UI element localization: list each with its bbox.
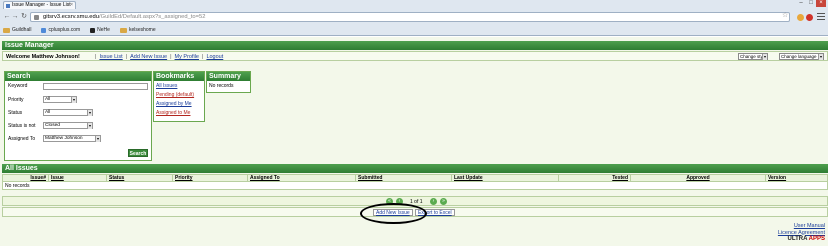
link-my-profile[interactable]: My Profile	[172, 54, 202, 60]
bookmark-kelseshome[interactable]: kelseshome	[119, 27, 156, 33]
tab-title: Issue Manager - Issue List	[12, 2, 71, 8]
chevron-down-icon: ▾	[71, 97, 76, 103]
summary-panel: Summary No records	[206, 71, 251, 93]
adblock-icon[interactable]	[806, 14, 813, 21]
column-version[interactable]: Version	[765, 174, 828, 182]
bookmarks-title: Bookmarks	[154, 72, 204, 81]
chevron-down-icon: ▾	[87, 110, 92, 116]
bookmark-nehe[interactable]: NeHe	[90, 27, 110, 33]
column-last-update[interactable]: Last Update	[451, 174, 559, 182]
top-links: | Issue List | Add New Issue | My Profile |…	[95, 54, 226, 60]
chevron-down-icon: ▾	[87, 123, 92, 129]
extension-icon[interactable]	[797, 14, 804, 21]
window-controls: – □ ×	[796, 0, 826, 7]
url-path: /GuildEd/Default.aspx?s_assigned_to=52	[98, 14, 206, 20]
site-icon	[90, 27, 96, 33]
assigned-to-select[interactable]: Matthew Johnson ▾	[43, 135, 101, 142]
ultraapps-logo: ULTRA APPS	[787, 236, 825, 242]
bookmark-pending[interactable]: Pending (default)	[156, 92, 194, 98]
assigned-to-label: Assigned To	[8, 136, 36, 142]
keyword-label: Keyword	[8, 83, 28, 89]
link-logout[interactable]: Logout	[203, 54, 226, 60]
navigation-bar: ← → ↻ gitsrv3.ecsrv.smu.edu/GuildEd/Defa…	[0, 10, 828, 24]
bookmark-star-icon[interactable]: ☆	[782, 11, 788, 19]
summary-empty-text: No records	[209, 83, 234, 89]
bookmark-all-issues[interactable]: All Issues	[156, 83, 177, 89]
next-page-icon[interactable]: ›	[430, 198, 437, 205]
empty-records-text: No records	[2, 181, 828, 190]
column-submitted[interactable]: Submitted	[355, 174, 452, 182]
back-icon[interactable]: ←	[3, 13, 11, 21]
keyword-input[interactable]	[43, 83, 148, 90]
status-not-select[interactable]: Closed ▾	[43, 122, 93, 129]
priority-select[interactable]: All ▾	[43, 96, 77, 103]
last-page-icon[interactable]: »	[440, 198, 447, 205]
change-style-select[interactable]: Change style ▾	[738, 53, 768, 60]
status-select[interactable]: All ▾	[43, 109, 93, 116]
bookmark-cplusplus[interactable]: cplusplus.com	[41, 27, 80, 33]
bookmark-guildhall[interactable]: Guildhall	[3, 27, 31, 33]
folder-icon	[3, 27, 10, 33]
annotation-circle	[360, 203, 427, 224]
page-content: Issue Manager Welcome Matthew Johnson! |…	[0, 37, 828, 246]
summary-title: Summary	[207, 72, 250, 81]
status-not-label: Status is not	[8, 123, 36, 129]
search-button[interactable]: Search	[128, 149, 148, 157]
bookmarks-panel: Bookmarks All Issues Pending (default) A…	[153, 71, 205, 122]
address-bar[interactable]: gitsrv3.ecsrv.smu.edu/GuildEd/Default.as…	[30, 12, 790, 22]
link-issue-list[interactable]: Issue List	[96, 54, 125, 60]
browser-tab[interactable]: Issue Manager - Issue List ×	[3, 1, 76, 9]
tab-favicon-icon	[6, 4, 10, 8]
bookmark-assigned-to-me[interactable]: Assigned to Me	[156, 110, 190, 116]
page-icon	[34, 15, 39, 20]
column-assigned-to[interactable]: Assigned To	[247, 174, 356, 182]
search-title: Search	[5, 72, 151, 81]
footer: User Manual Licence Agreement ULTRA APPS	[778, 223, 825, 242]
column-priority[interactable]: Priority	[172, 174, 248, 182]
search-panel: Search Keyword Priority All ▾ Status All ▾…	[4, 71, 152, 161]
forward-icon[interactable]: →	[11, 13, 19, 21]
column-approved[interactable]: Approved	[630, 174, 766, 182]
minimize-icon[interactable]: –	[796, 0, 806, 7]
column-status[interactable]: Status	[106, 174, 173, 182]
browser-menu-icon[interactable]	[817, 13, 825, 20]
chevron-down-icon: ▾	[818, 54, 823, 60]
tab-bar: Issue Manager - Issue List × – □ ×	[0, 0, 828, 9]
welcome-text: Welcome Matthew Johnson!	[6, 54, 80, 60]
bookmarks-bar: Guildhall cplusplus.com NeHe kelseshome	[0, 25, 828, 35]
issues-table: Issue# Issue Status Priority Assigned To…	[2, 174, 828, 190]
status-label: Status	[8, 110, 23, 116]
close-tab-icon[interactable]: ×	[70, 2, 73, 9]
table-row: No records	[2, 181, 828, 190]
site-icon	[41, 27, 47, 33]
all-issues-title: All Issues	[2, 164, 828, 173]
folder-icon	[119, 27, 127, 33]
app-header: Issue Manager	[2, 41, 828, 50]
url-host: gitsrv3.ecsrv.smu.edu	[43, 14, 99, 20]
window-close-icon[interactable]: ×	[816, 0, 826, 7]
link-add-new-issue[interactable]: Add New Issue	[127, 54, 170, 60]
column-issue-number[interactable]: Issue#	[2, 174, 49, 182]
column-issue[interactable]: Issue	[48, 174, 107, 182]
maximize-icon[interactable]: □	[806, 0, 816, 7]
change-language-select[interactable]: Change language ▾	[779, 53, 824, 60]
welcome-bar: Welcome Matthew Johnson! | Issue List | Ad…	[2, 51, 828, 61]
table-header-row: Issue# Issue Status Priority Assigned To…	[2, 174, 828, 182]
browser-chrome: Issue Manager - Issue List × – □ × ← → ↻…	[0, 0, 828, 36]
reload-icon[interactable]: ↻	[20, 13, 28, 21]
bookmark-assigned-by-me[interactable]: Assigned by Me	[156, 101, 192, 107]
column-tested[interactable]: Tested	[558, 174, 631, 182]
priority-label: Priority	[8, 97, 24, 103]
chevron-down-icon: ▾	[762, 54, 767, 60]
chevron-down-icon: ▾	[95, 136, 100, 142]
